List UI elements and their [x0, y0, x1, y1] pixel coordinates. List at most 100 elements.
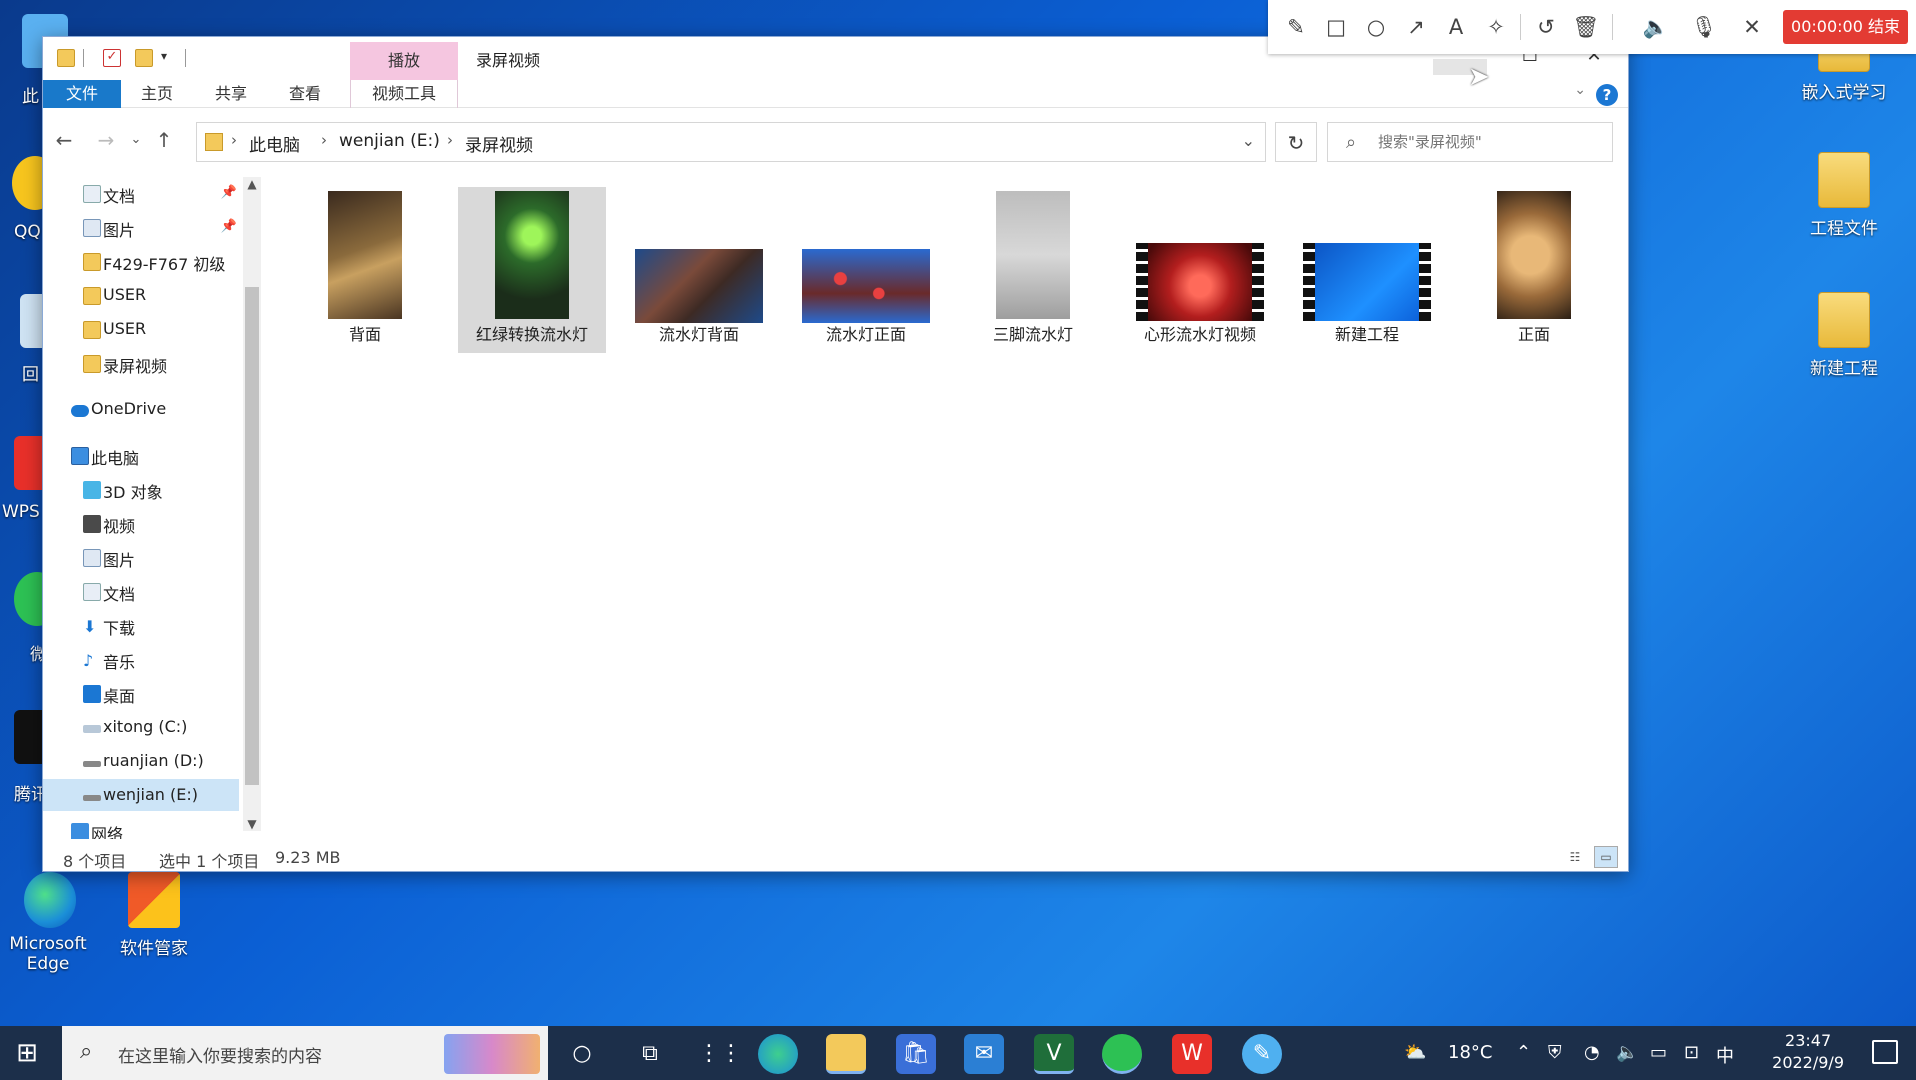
pencil-icon[interactable]: ✎	[1282, 12, 1310, 42]
nav-scrollbar[interactable]: ▲ ▼	[243, 177, 261, 831]
apps-grid-icon[interactable]: ⋮⋮	[698, 1034, 742, 1074]
tab-view[interactable]: 查看	[271, 80, 339, 108]
nav-item[interactable]: 文档 📌	[43, 177, 239, 209]
wps-taskbar-icon[interactable]: W	[1172, 1034, 1212, 1074]
clock[interactable]: 23:47 2022/9/9	[1772, 1030, 1844, 1074]
tab-share[interactable]: 共享	[197, 80, 265, 108]
recent-chevron-icon[interactable]: ⌄	[123, 125, 149, 155]
battery-icon[interactable]: ▭	[1650, 1042, 1667, 1063]
file-tile[interactable]: 三脚流水灯	[959, 187, 1107, 353]
nav-item[interactable]: 图片 📌	[43, 211, 239, 243]
chevron-down-icon[interactable]: ⌄	[1242, 131, 1255, 150]
scroll-up-icon[interactable]: ▲	[243, 177, 261, 191]
new-folder-icon[interactable]	[135, 49, 153, 67]
search-box[interactable]: ⌕	[1327, 122, 1613, 162]
nav-item[interactable]: F429-F767 初级	[43, 245, 239, 277]
file-explorer-taskbar-icon[interactable]	[826, 1034, 866, 1074]
search-input[interactable]	[1378, 131, 1598, 153]
nav-item-label: 网络	[91, 825, 124, 839]
circle-icon[interactable]: ○	[1362, 12, 1390, 42]
speaker-icon[interactable]: 🔈	[1642, 12, 1670, 42]
close-icon[interactable]: ✕	[1738, 12, 1766, 42]
arrow-icon[interactable]: ↗	[1402, 12, 1430, 42]
ribbon-tabs: 文件 主页 共享 查看 视频工具 ⌄ ?	[43, 80, 1628, 108]
tab-play[interactable]: 播放	[350, 42, 458, 80]
wifi-icon[interactable]: ◔	[1584, 1042, 1600, 1063]
desktop-edge[interactable]: Microsoft Edge	[0, 872, 100, 974]
nav-item[interactable]: 3D 对象	[43, 473, 239, 505]
file-tile[interactable]: 新建工程	[1293, 187, 1441, 353]
nav-item[interactable]: 视频	[43, 507, 239, 539]
magic-icon[interactable]: ✧	[1482, 12, 1510, 42]
details-view-button[interactable]: ☷	[1563, 846, 1587, 868]
forward-button[interactable]: →	[93, 125, 119, 155]
undo-icon[interactable]: ↺	[1532, 12, 1560, 42]
nav-item[interactable]: USER	[43, 279, 239, 311]
nav-item[interactable]: ♪ 音乐	[43, 643, 239, 675]
nav-item[interactable]: 文档	[43, 575, 239, 607]
scroll-thumb[interactable]	[245, 287, 259, 785]
chevron-down-icon[interactable]: ▾	[161, 49, 179, 67]
chevron-up-icon[interactable]: ⌃	[1516, 1042, 1531, 1063]
delete-icon[interactable]: 🗑	[1572, 12, 1600, 42]
rect-icon[interactable]: □	[1322, 12, 1350, 42]
nav-item[interactable]: 录屏视频	[43, 347, 239, 379]
file-tile[interactable]: 红绿转换流水灯	[458, 187, 606, 353]
file-tile[interactable]: 流水灯背面	[625, 187, 773, 353]
shield-icon[interactable]: ⛨	[1548, 1042, 1562, 1063]
nav-item[interactable]: ruanjian (D:)	[43, 745, 239, 777]
tab-home[interactable]: 主页	[123, 80, 191, 108]
start-button[interactable]: ⊞	[10, 1038, 44, 1068]
file-tile[interactable]: 流水灯正面	[792, 187, 940, 353]
wechat-taskbar-icon[interactable]	[1102, 1034, 1142, 1074]
expand-ribbon-icon[interactable]: ⌄	[1574, 82, 1586, 98]
file-thumbnail	[996, 191, 1070, 319]
nav-item[interactable]: USER	[43, 313, 239, 345]
properties-icon[interactable]: ✓	[103, 49, 121, 67]
mail-taskbar-icon[interactable]: ✉	[964, 1034, 1004, 1074]
tab-file[interactable]: 文件	[43, 80, 121, 108]
ime-indicator[interactable]: 中	[1716, 1042, 1734, 1068]
nav-item[interactable]: ⬇ 下载	[43, 609, 239, 641]
breadcrumb-this-pc[interactable]: 此电脑	[249, 131, 300, 156]
taskbar-search[interactable]: ⌕ 在这里输入你要搜索的内容	[62, 1026, 548, 1080]
chevron-right-icon: ›	[231, 131, 237, 149]
address-bar[interactable]: › 此电脑 › wenjian (E:) › 录屏视频 ⌄	[196, 122, 1266, 162]
nav-item[interactable]: xitong (C:)	[43, 711, 239, 743]
notification-icon[interactable]	[1872, 1040, 1898, 1064]
tab-video-tools[interactable]: 视频工具	[350, 80, 458, 108]
desktop-software-manager[interactable]: 软件管家	[104, 872, 204, 959]
breadcrumb-drive[interactable]: wenjian (E:)	[339, 131, 440, 151]
edge-taskbar-icon[interactable]	[758, 1034, 798, 1074]
cortana-icon[interactable]: ○	[562, 1034, 602, 1074]
weather-icon[interactable]: ⛅	[1404, 1042, 1426, 1063]
file-tile[interactable]: 心形流水灯视频	[1126, 187, 1274, 353]
nav-item[interactable]: 图片	[43, 541, 239, 573]
desktop-folder-new-project[interactable]: 新建工程	[1794, 292, 1894, 379]
pen-app-taskbar-icon[interactable]: ✎	[1242, 1034, 1282, 1074]
desktop-folder-project-files[interactable]: 工程文件	[1794, 152, 1894, 239]
nav-item[interactable]: 网络	[43, 815, 239, 839]
weather-temp[interactable]: 18°C	[1448, 1042, 1492, 1063]
network-tray-icon[interactable]: ⊡	[1684, 1042, 1699, 1063]
file-tile[interactable]: 正面	[1460, 187, 1608, 353]
store-taskbar-icon[interactable]: 🛍	[896, 1034, 936, 1074]
volume-icon[interactable]: 🔈	[1616, 1042, 1638, 1063]
large-icons-view-button[interactable]: ▭	[1594, 846, 1618, 868]
nav-item[interactable]: 桌面	[43, 677, 239, 709]
up-button[interactable]: ↑	[151, 125, 177, 155]
keil-taskbar-icon[interactable]: V	[1034, 1034, 1074, 1074]
refresh-button[interactable]: ↻	[1275, 122, 1317, 162]
help-icon[interactable]: ?	[1596, 84, 1618, 106]
scroll-down-icon[interactable]: ▼	[243, 817, 261, 831]
file-tile[interactable]: 背面	[291, 187, 439, 353]
task-view-icon[interactable]: ⧉	[630, 1034, 670, 1074]
back-button[interactable]: ←	[51, 125, 77, 155]
nav-item[interactable]: 此电脑	[43, 439, 239, 471]
mic-icon[interactable]: 🎙	[1690, 12, 1718, 42]
text-icon[interactable]: A	[1442, 12, 1470, 42]
nav-item[interactable]: OneDrive	[43, 393, 239, 425]
nav-item[interactable]: wenjian (E:)	[43, 779, 239, 811]
stop-recording-button[interactable]: 00:00:00 结束	[1783, 10, 1908, 44]
breadcrumb-folder[interactable]: 录屏视频	[465, 131, 533, 156]
